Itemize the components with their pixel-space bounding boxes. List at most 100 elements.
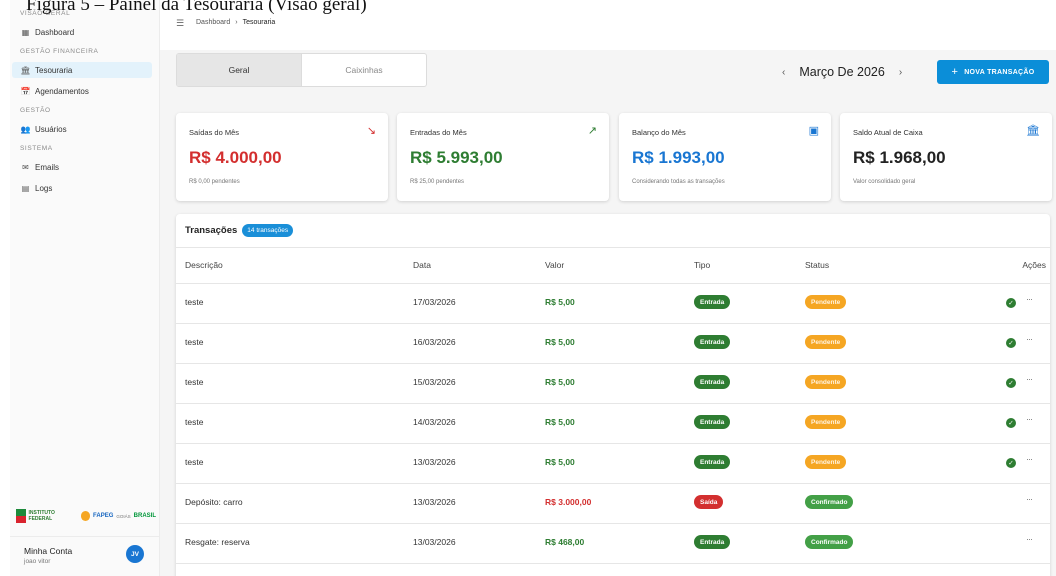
card-value: R$ 4.000,00 — [189, 148, 282, 167]
sidebar-item-agendamentos[interactable]: 📅 Agendamentos — [12, 83, 152, 99]
status-badge: Pendente — [805, 415, 847, 429]
chevron-right-icon[interactable]: › — [899, 67, 902, 78]
new-transaction-label: NOVA TRANSAÇÃO — [964, 68, 1035, 76]
summary-card: Balanço do Mês ▣ R$ 1.993,00 Considerand… — [619, 113, 831, 201]
more-actions-icon[interactable]: ··· — [1026, 534, 1033, 544]
tab-caixinhas[interactable]: Caixinhas — [302, 54, 426, 86]
row-value: R$ 5,00 — [545, 337, 575, 347]
sidebar-item-usuarios[interactable]: 👥 Usuários — [12, 121, 152, 137]
more-actions-icon[interactable]: ··· — [1026, 414, 1033, 424]
status-badge: Pendente — [805, 375, 847, 389]
table-row[interactable]: teste 16/03/2026 R$ 5,00 Entrada Pendent… — [176, 324, 1050, 364]
column-descricao: Descrição — [185, 260, 223, 270]
breadcrumb-dashboard[interactable]: Dashboard — [196, 19, 230, 26]
more-actions-icon[interactable]: ··· — [1026, 494, 1033, 504]
confirm-check-icon[interactable]: ✓ — [1006, 298, 1016, 308]
more-actions-icon[interactable]: ··· — [1026, 294, 1033, 304]
status-badge: Pendente — [805, 335, 847, 349]
confirm-check-icon[interactable]: ✓ — [1006, 418, 1016, 428]
row-value: R$ 5,00 — [545, 377, 575, 387]
wallet-icon: ▣ — [808, 125, 819, 137]
row-date: 17/03/2026 — [413, 297, 456, 307]
mail-icon: ✉ — [22, 162, 29, 172]
sidebar-section-title: Gestão — [20, 107, 51, 114]
dashboard-icon: ▦ — [21, 27, 30, 37]
row-description: Resgate: reserva — [185, 537, 250, 547]
table-row[interactable]: Resgate: reserva 13/03/2026 R$ 468,00 En… — [176, 524, 1050, 564]
card-title: Entradas do Mês — [410, 128, 467, 137]
confirm-check-icon[interactable]: ✓ — [1006, 378, 1016, 388]
sponsor-logos: INSTITUTO FEDERAL FAPEG GOIÁS BRASIL — [16, 508, 156, 524]
month-navigator: ‹ Março De 2026 › — [782, 60, 902, 84]
card-value: R$ 5.993,00 — [410, 148, 503, 167]
confirm-check-icon[interactable]: ✓ — [1006, 338, 1016, 348]
summary-card: Saldo Atual de Caixa 🏛 R$ 1.968,00 Valor… — [840, 113, 1052, 201]
row-date: 15/03/2026 — [413, 377, 456, 387]
avatar[interactable]: JV — [126, 545, 144, 563]
type-badge: Saída — [694, 495, 724, 509]
card-title: Saldo Atual de Caixa — [853, 128, 923, 137]
type-badge: Entrada — [694, 415, 731, 429]
status-badge: Confirmado — [805, 495, 854, 509]
new-transaction-button[interactable]: + NOVA TRANSAÇÃO — [937, 60, 1049, 84]
type-badge: Entrada — [694, 455, 731, 469]
row-description: teste — [185, 297, 204, 307]
sidebar-item-logs[interactable]: ▤ Logs — [12, 180, 152, 196]
fapeg-logo-text: FAPEG — [93, 513, 114, 519]
summary-card: Saídas do Mês ↘ R$ 4.000,00 R$ 0,00 pend… — [176, 113, 388, 201]
institute-logo-text: INSTITUTO FEDERAL — [28, 510, 55, 522]
breadcrumb-separator-icon: › — [235, 19, 238, 26]
more-actions-icon[interactable]: ··· — [1026, 454, 1033, 464]
sidebar-section-title: Gestão Financeira — [20, 48, 99, 55]
sidebar-item-tesouraria[interactable]: 🏛 Tesouraria — [12, 62, 152, 78]
card-subtitle: Valor consolidado geral — [853, 179, 916, 185]
table-row[interactable]: Depósito: carro 13/03/2026 R$ 3.000,00 S… — [176, 484, 1050, 524]
menu-toggle-icon[interactable]: ☰ — [176, 18, 184, 29]
table-row[interactable]: teste 15/03/2026 R$ 5,00 Entrada Pendent… — [176, 364, 1050, 404]
tab-geral[interactable]: Geral — [177, 54, 302, 86]
table-row[interactable]: teste 14/03/2026 R$ 5,00 Entrada Pendent… — [176, 404, 1050, 444]
row-date: 13/03/2026 — [413, 537, 456, 547]
row-date: 14/03/2026 — [413, 417, 456, 427]
card-title: Balanço do Mês — [632, 128, 686, 137]
summary-card: Entradas do Mês ↗ R$ 5.993,00 R$ 25,00 p… — [397, 113, 609, 201]
row-description: teste — [185, 337, 204, 347]
institute-logo — [16, 509, 26, 523]
transactions-count-badge: 14 transações — [242, 224, 294, 237]
card-value: R$ 1.993,00 — [632, 148, 725, 167]
table-row[interactable]: teste 17/03/2026 R$ 5,00 Entrada Pendent… — [176, 284, 1050, 324]
trending-down-icon: ↘ — [366, 125, 376, 137]
breadcrumb: Dashboard › Tesouraria — [196, 19, 275, 26]
card-title: Saídas do Mês — [189, 128, 240, 137]
row-description: teste — [185, 377, 204, 387]
column-status: Status — [805, 260, 830, 270]
column-data: Data — [413, 260, 431, 270]
account-panel[interactable]: Minha Conta joao vitor JV — [10, 536, 160, 576]
row-description: teste — [185, 417, 204, 427]
government-logo: GOIÁS — [116, 513, 131, 519]
sidebar-item-emails[interactable]: ✉ Emails — [12, 159, 152, 175]
table-row[interactable]: teste 13/03/2026 R$ 5,00 Entrada Pendent… — [176, 444, 1050, 484]
confirm-check-icon[interactable]: ✓ — [1006, 458, 1016, 468]
sidebar-item-label: Tesouraria — [35, 65, 73, 75]
type-badge: Entrada — [694, 335, 731, 349]
month-label: Março De 2026 — [799, 65, 885, 79]
more-actions-icon[interactable]: ··· — [1026, 334, 1033, 344]
table-header: Transações 14 transações — [176, 214, 1050, 248]
table-column-headers: Descrição Data Valor Tipo Status Ações — [176, 248, 1050, 284]
users-icon: 👥 — [20, 124, 31, 134]
status-badge: Pendente — [805, 295, 847, 309]
chevron-left-icon[interactable]: ‹ — [782, 67, 785, 78]
main-content: ☰ Dashboard › Tesouraria Geral Caixinhas… — [160, 0, 1056, 576]
sidebar-item-dashboard[interactable]: ▦ Dashboard — [12, 24, 152, 40]
sidebar-item-label: Usuários — [35, 124, 67, 134]
plus-icon: + — [951, 66, 959, 78]
row-date: 13/03/2026 — [413, 457, 456, 467]
card-subtitle: R$ 25,00 pendentes — [410, 179, 465, 185]
bank-icon: 🏛 — [1026, 125, 1040, 137]
account-name: Minha Conta — [24, 546, 73, 556]
more-actions-icon[interactable]: ··· — [1026, 374, 1033, 384]
view-tabs: Geral Caixinhas — [176, 53, 427, 87]
card-subtitle: Considerando todas as transações — [632, 179, 725, 185]
account-username: joao vitor — [24, 558, 51, 565]
